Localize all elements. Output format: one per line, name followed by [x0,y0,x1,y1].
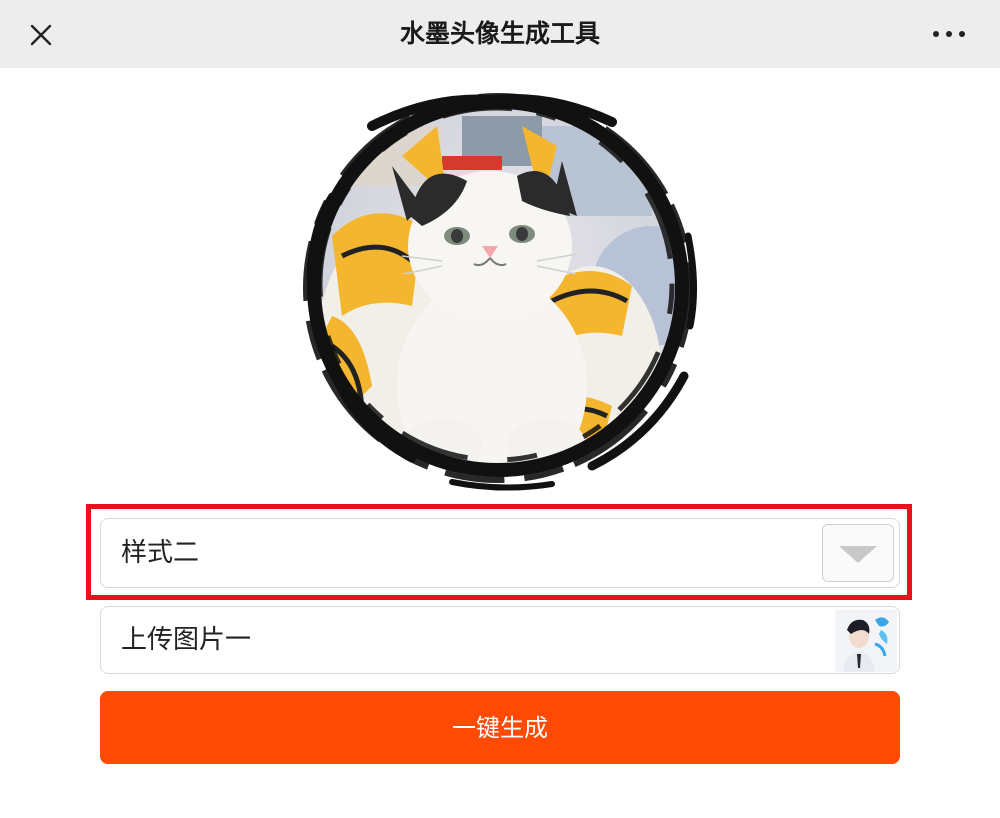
avatar-preview-image [303,93,698,491]
page-title: 水墨头像生成工具 [399,19,600,48]
top-bar: 水墨头像生成工具 [0,0,1000,68]
upload-image-field[interactable]: 上传图片一 [100,606,900,674]
dropdown-button[interactable] [822,524,894,582]
upload-label: 上传图片一 [121,625,252,655]
style-select-value: 样式二 [121,538,200,568]
style-select[interactable]: 样式二 [100,518,900,588]
more-icon[interactable] [928,24,970,44]
uploaded-photo-thumbnail[interactable] [835,610,897,672]
triangle-down-icon [839,546,877,563]
generate-button[interactable]: 一键生成 [100,691,900,764]
